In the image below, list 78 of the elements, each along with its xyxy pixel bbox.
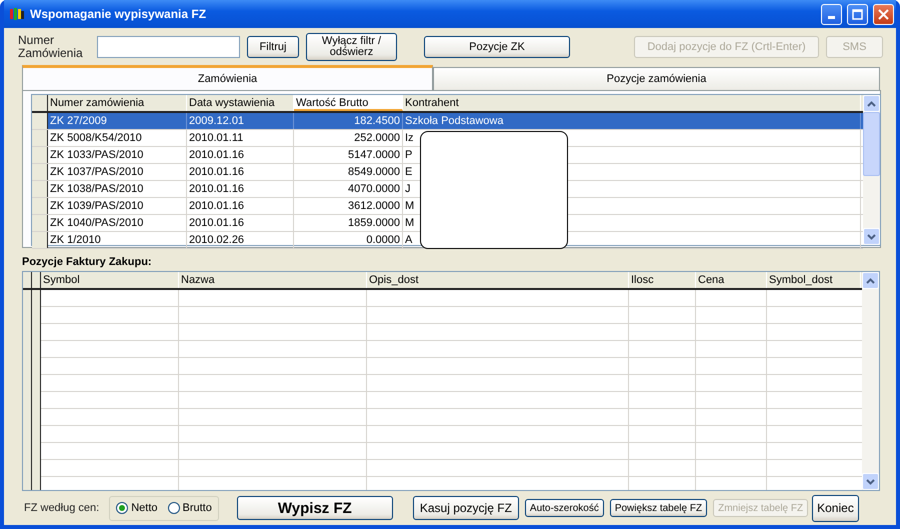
row-selector[interactable] [32, 130, 48, 146]
table-cell: 3612.0000 [294, 198, 403, 214]
scrollbar-thumb[interactable] [863, 112, 880, 176]
action-button[interactable]: Kasuj pozycję FZ [412, 496, 519, 520]
field-label: Numer Zamówienia [18, 34, 84, 60]
scrollbar[interactable] [862, 272, 879, 490]
action-button[interactable]: Wypisz FZ [236, 496, 393, 520]
section-title: Pozycje Faktury Zakupu: [22, 256, 153, 268]
maximize-icon [852, 8, 863, 20]
table-cell: ZK 5008/K54/2010 [48, 130, 187, 146]
close-icon [878, 8, 889, 20]
table-cell: 5147.0000 [294, 147, 403, 163]
filter-button[interactable]: Filtruj [247, 36, 299, 58]
table-cell: 2010.01.11 [187, 130, 294, 146]
column-header[interactable]: Symbol_dost [767, 272, 861, 288]
table-cell: ZK 1033/PAS/2010 [48, 147, 187, 163]
table-cell: ZK 1039/PAS/2010 [48, 198, 187, 214]
caret-down-icon [866, 478, 875, 484]
caret-up-icon [866, 278, 875, 284]
table-cell: 252.0000 [294, 130, 403, 146]
minimize-button[interactable] [821, 4, 842, 24]
column-header[interactable]: Wartość Brutto [294, 95, 403, 111]
table-cell: 0.0000 [294, 232, 403, 248]
table-cell: 2009.12.01 [187, 113, 294, 129]
filter-button[interactable]: Pozycje ZK [424, 36, 570, 58]
table-cell: 182.4500 [294, 113, 403, 129]
action-button[interactable]: Koniec [812, 494, 859, 522]
table-cell: ZK 1038/PAS/2010 [48, 181, 187, 197]
row-selector[interactable] [32, 198, 48, 214]
table-row[interactable]: ZK 27/2009 2009.12.01 182.4500 Szkoła Podstawowa [32, 113, 863, 130]
window-title: Wspomaganie wypisywania FZ [30, 7, 208, 21]
column-header[interactable]: Opis_dost [367, 272, 629, 288]
table-cell: 2010.01.16 [187, 164, 294, 180]
column-header[interactable]: Cena [696, 272, 767, 288]
table-cell: 2010.01.16 [187, 215, 294, 231]
row-selector[interactable] [32, 113, 48, 129]
table-cell: 2010.01.16 [187, 147, 294, 163]
caret-down-icon [867, 234, 876, 240]
order-number-field[interactable] [97, 36, 240, 58]
caret-up-icon [867, 100, 876, 106]
filter-button[interactable]: Wyłącz filtr / odświerz [306, 33, 397, 61]
close-button[interactable] [873, 4, 894, 24]
action-button[interactable]: Auto-szerokość [524, 499, 604, 517]
field-label: FZ według cen: [24, 502, 100, 514]
table-cell: ZK 1/2010 [48, 232, 187, 248]
table-cell: ZK 1040/PAS/2010 [48, 215, 187, 231]
column-header[interactable]: Symbol [41, 272, 179, 288]
table-cell: ZK 27/2009 [48, 113, 187, 129]
table-cell: 2010.01.16 [187, 198, 294, 214]
radio-button[interactable]: Netto [116, 502, 158, 514]
table-cell: Szkoła Podstawowa [403, 113, 861, 129]
table-cell: 2010.01.16 [187, 181, 294, 197]
scroll-down-button[interactable] [862, 473, 879, 490]
tab[interactable]: Pozycje zamówienia [433, 67, 880, 90]
table-cell: ZK 1037/PAS/2010 [48, 164, 187, 180]
scroll-up-button[interactable] [862, 272, 879, 289]
app-icon [9, 6, 25, 22]
row-selector[interactable] [32, 164, 48, 180]
table-cell: 4070.0000 [294, 181, 403, 197]
table-cell: 8549.0000 [294, 164, 403, 180]
tab[interactable]: Zamówienia [22, 65, 433, 90]
action-button[interactable]: Powiększ tabelę FZ [610, 499, 708, 517]
maximize-button[interactable] [847, 4, 868, 24]
column-header[interactable]: Ilosc [629, 272, 696, 288]
table-cell: 2010.02.26 [187, 232, 294, 248]
scroll-down-button[interactable] [863, 228, 880, 245]
row-selector[interactable] [32, 181, 48, 197]
row-selector[interactable] [32, 215, 48, 231]
scroll-up-button[interactable] [863, 95, 880, 112]
row-selector[interactable] [32, 232, 48, 248]
column-header[interactable]: Numer zamówienia [48, 95, 187, 111]
table-cell: 1859.0000 [294, 215, 403, 231]
row-selector[interactable] [32, 147, 48, 163]
scrollbar[interactable] [863, 95, 880, 245]
minimize-icon [828, 16, 835, 19]
radio-button[interactable]: Brutto [168, 502, 212, 514]
column-header[interactable]: Kontrahent [403, 95, 861, 111]
column-header[interactable]: Nazwa [179, 272, 367, 288]
